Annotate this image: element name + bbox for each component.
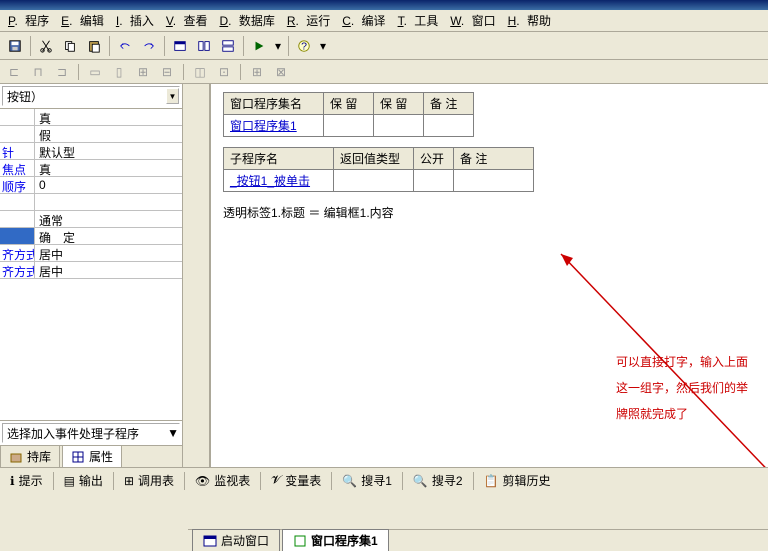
subroutine-table: 子程序名 返回值类型 公开 备 注 _按钮1_被单击 <box>223 147 534 192</box>
bottom-panel-tabs: ℹ提示 ▤输出 ⊞调用表 👁监视表 𝓥变量表 🔍搜寻1 🔍搜寻2 📋剪辑历史 <box>0 467 768 493</box>
prop-row[interactable]: 真 <box>0 109 182 126</box>
editor-gutter <box>183 84 211 467</box>
code-editor[interactable]: 窗口程序集名 保 留 保 留 备 注 窗口程序集1 子程序名 返回值类型 公开 … <box>211 84 768 467</box>
tab-watch[interactable]: 👁监视表 <box>189 470 256 491</box>
titlebar <box>0 0 768 10</box>
help-dd-button[interactable]: ▾ <box>317 35 329 57</box>
event-selector[interactable]: 选择加入事件处理子程序 ▼ <box>2 423 180 443</box>
tab-output[interactable]: ▤输出 <box>58 470 109 491</box>
layout3-icon[interactable]: ⊞ <box>133 63 153 81</box>
annotation-text: 可以直接打字，输入上面 这一组字，然后我们的举 牌照就完成了 <box>616 349 748 427</box>
search-icon: 🔍 <box>342 474 357 488</box>
chevron-down-icon[interactable]: ▼ <box>166 88 179 104</box>
align-right-icon[interactable]: ⊐ <box>52 63 72 81</box>
info-icon: ℹ <box>10 474 15 488</box>
menubar: P. 程序 E. 编辑 I. 插入 V. 查看 D. 数据库 R. 运行 C. … <box>0 10 768 32</box>
prop-row[interactable]: 假 <box>0 126 182 143</box>
window1-button[interactable] <box>169 35 191 57</box>
layout2-icon[interactable]: ▯ <box>109 63 129 81</box>
menu-database[interactable]: D. 数据库 <box>215 10 282 31</box>
tab-find1[interactable]: 🔍搜寻1 <box>336 470 398 491</box>
prop-row[interactable]: 顺序0 <box>0 177 182 194</box>
tab-window-assembly[interactable]: 窗口程序集1 <box>282 529 389 551</box>
prop-row[interactable]: 齐方式居中 <box>0 262 182 279</box>
table-row[interactable]: _按钮1_被单击 <box>224 170 534 192</box>
tab-tip[interactable]: ℹ提示 <box>4 470 49 491</box>
event-placeholder: 选择加入事件处理子程序 <box>3 425 167 442</box>
window-assembly-table: 窗口程序集名 保 留 保 留 备 注 窗口程序集1 <box>223 92 474 137</box>
menu-tools[interactable]: T. 工具 <box>394 10 447 31</box>
menu-view[interactable]: V. 查看 <box>162 10 216 31</box>
redo-button[interactable] <box>138 35 160 57</box>
menu-window[interactable]: W. 窗口 <box>446 10 503 31</box>
tab-startup-window[interactable]: 启动窗口 <box>192 529 280 551</box>
col-header: 子程序名 <box>224 148 334 170</box>
col-header: 备 注 <box>454 148 534 170</box>
prop-row[interactable]: 针默认型 <box>0 143 182 160</box>
menu-help[interactable]: H. 帮助 <box>504 10 559 31</box>
window3-button[interactable] <box>217 35 239 57</box>
menu-run[interactable]: R. 运行 <box>283 10 338 31</box>
chevron-down-icon[interactable]: ▼ <box>167 426 179 440</box>
tab-find2[interactable]: 🔍搜寻2 <box>407 470 469 491</box>
tab-var[interactable]: 𝓥变量表 <box>265 470 327 491</box>
tab-call[interactable]: ⊞调用表 <box>118 470 180 491</box>
toolbar-secondary: ⊏ ⊓ ⊐ ▭ ▯ ⊞ ⊟ ◫ ⊡ ⊞ ⊠ <box>0 60 768 84</box>
col-header: 保 留 <box>374 93 424 115</box>
col-header: 备 注 <box>424 93 474 115</box>
main-area: ▼ 真 假 针默认型 焦点真 顺序0 通常 确 定 齐方式居中 齐方式居中 选择… <box>0 84 768 467</box>
copy-button[interactable] <box>59 35 81 57</box>
col-header: 公开 <box>414 148 454 170</box>
prop-row-selected[interactable]: 确 定 <box>0 228 182 245</box>
table-row[interactable]: 窗口程序集1 <box>224 115 474 137</box>
align-center-icon[interactable]: ⊓ <box>28 63 48 81</box>
menu-edit[interactable]: E. 编辑 <box>57 10 112 31</box>
object-input[interactable] <box>3 89 166 103</box>
menu-program[interactable]: P. 程序 <box>4 10 57 31</box>
help-button[interactable]: ? <box>293 35 315 57</box>
prop-row[interactable]: 通常 <box>0 211 182 228</box>
menu-compile[interactable]: C. 编译 <box>338 10 393 31</box>
paste-button[interactable] <box>83 35 105 57</box>
output-icon: ▤ <box>64 474 75 488</box>
menu-insert[interactable]: I. 插入 <box>112 10 162 31</box>
prop-row[interactable]: 齐方式居中 <box>0 245 182 262</box>
prop-row[interactable]: 焦点真 <box>0 160 182 177</box>
property-panel: ▼ 真 假 针默认型 焦点真 顺序0 通常 确 定 齐方式居中 齐方式居中 选择… <box>0 84 183 467</box>
save-button[interactable] <box>4 35 26 57</box>
window2-button[interactable] <box>193 35 215 57</box>
col-header: 返回值类型 <box>334 148 414 170</box>
code-line[interactable]: 透明标签1.标题 ＝ 编辑框1.内容 <box>223 202 756 223</box>
object-selector[interactable]: ▼ <box>2 86 180 106</box>
undo-button[interactable] <box>114 35 136 57</box>
layout6-icon[interactable]: ⊡ <box>214 63 234 81</box>
tab-property[interactable]: 属性 <box>62 445 122 467</box>
cut-button[interactable] <box>35 35 57 57</box>
col-header: 保 留 <box>324 93 374 115</box>
svg-text:?: ? <box>301 40 307 52</box>
run-button[interactable] <box>248 35 270 57</box>
clipboard-icon: 📋 <box>484 474 499 488</box>
layout8-icon[interactable]: ⊠ <box>271 63 291 81</box>
align-left-icon[interactable]: ⊏ <box>4 63 24 81</box>
layout7-icon[interactable]: ⊞ <box>247 63 267 81</box>
call-icon: ⊞ <box>124 474 134 488</box>
search-icon: 🔍 <box>413 474 428 488</box>
layout5-icon[interactable]: ◫ <box>190 63 210 81</box>
toolbar-main: ▾ ? ▾ <box>0 32 768 60</box>
prop-row[interactable] <box>0 194 182 211</box>
col-header: 窗口程序集名 <box>224 93 324 115</box>
editor-tabs: 启动窗口 窗口程序集1 <box>188 529 768 551</box>
var-icon: 𝓥 <box>271 473 281 488</box>
layout4-icon[interactable]: ⊟ <box>157 63 177 81</box>
layout1-icon[interactable]: ▭ <box>85 63 105 81</box>
watch-icon: 👁 <box>195 474 210 488</box>
run-dd-button[interactable]: ▾ <box>272 35 284 57</box>
property-grid[interactable]: 真 假 针默认型 焦点真 顺序0 通常 确 定 齐方式居中 齐方式居中 <box>0 109 182 420</box>
tab-support[interactable]: 持库 <box>0 445 60 467</box>
tab-clip[interactable]: 📋剪辑历史 <box>478 470 557 491</box>
